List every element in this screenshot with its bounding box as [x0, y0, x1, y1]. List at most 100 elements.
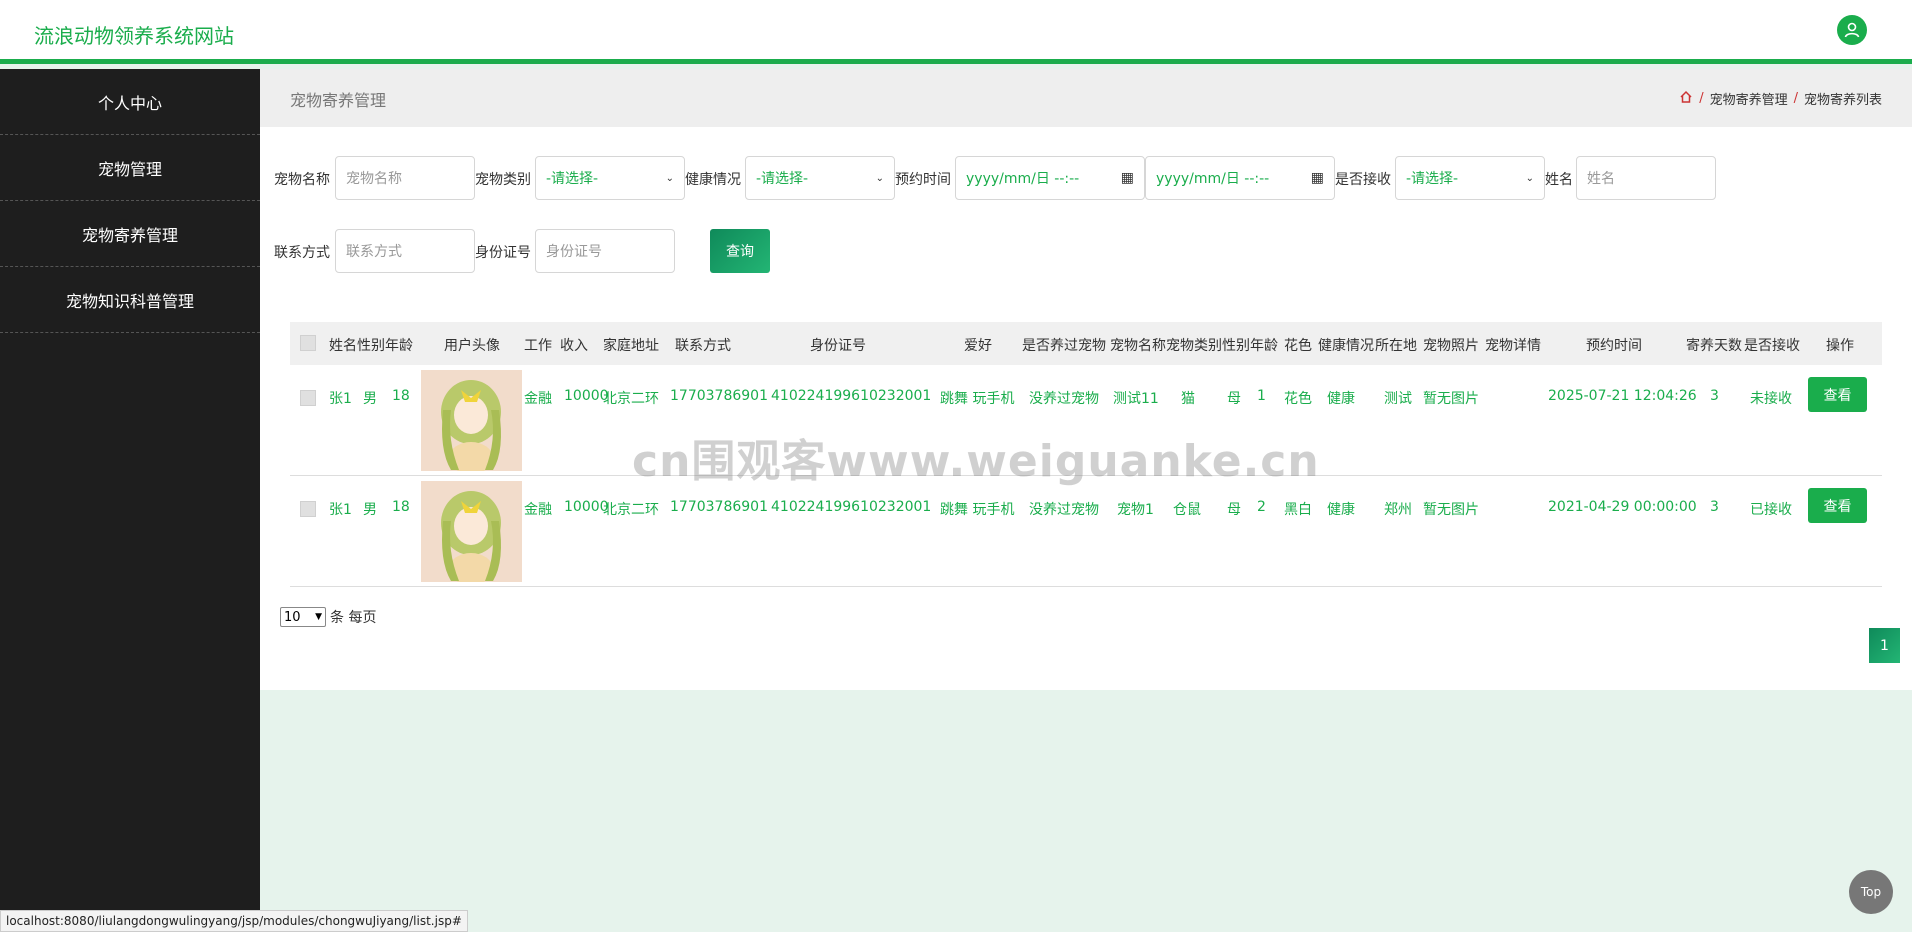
- sidebar-item-pet-foster-management[interactable]: 宠物寄养管理: [0, 201, 260, 267]
- header-name: 姓名: [329, 338, 357, 354]
- time-start-input[interactable]: yyyy/mm/日 --:-- ▦: [955, 156, 1145, 200]
- pet-name-input[interactable]: 宠物名称: [335, 156, 475, 200]
- site-title: 流浪动物领养系统网站: [34, 24, 234, 48]
- cell-pet-name: 宠物1: [1117, 502, 1154, 518]
- cell-health: 健康: [1327, 391, 1355, 407]
- cell-had-pet: 没养过宠物: [1029, 391, 1099, 407]
- cell-health: 健康: [1327, 502, 1355, 518]
- header-hobby: 爱好: [964, 338, 992, 354]
- cell-address: 北京二环: [603, 502, 659, 518]
- contact-label: 联系方式: [274, 245, 330, 261]
- chevron-down-icon: ⌄: [875, 172, 884, 184]
- chevron-down-icon: ▼: [315, 612, 322, 622]
- cell-location: 测试: [1384, 391, 1412, 407]
- header-accepted: 是否接收: [1744, 338, 1800, 354]
- header-pet-name: 宠物名称: [1110, 338, 1166, 354]
- header-days: 寄养天数: [1686, 338, 1742, 354]
- status-bar-url: localhost:8080/liulangdongwulingyang/jsp…: [0, 910, 468, 932]
- cell-idcard: 410224199610232001: [771, 499, 932, 515]
- sidebar-item-pet-knowledge-management[interactable]: 宠物知识科普管理: [0, 267, 260, 333]
- cell-pet-name: 测试11: [1113, 391, 1159, 407]
- page-title: 宠物寄养管理: [290, 91, 387, 110]
- user-avatar-image: [421, 481, 522, 582]
- time-label: 预约时间: [895, 172, 951, 188]
- select-all-checkbox[interactable]: [300, 335, 316, 351]
- health-select[interactable]: -请选择- ⌄: [745, 156, 895, 200]
- user-icon[interactable]: [1837, 15, 1867, 45]
- cell-pet-gender: 母: [1227, 391, 1241, 407]
- date-placeholder: yyyy/mm/日 --:--: [966, 171, 1080, 187]
- cell-idcard: 410224199610232001: [771, 388, 932, 404]
- cell-name: 张1: [329, 391, 352, 407]
- cell-job: 金融: [524, 502, 552, 518]
- header-time: 预约时间: [1586, 338, 1642, 354]
- cell-income: 10000: [564, 388, 609, 404]
- accepted-select[interactable]: -请选择- ⌄: [1395, 156, 1545, 200]
- cell-pet-age: 2: [1257, 499, 1266, 515]
- header-photo: 宠物照片: [1423, 338, 1479, 354]
- table-header: 姓名 性别 年龄 用户头像 工作 收入 家庭地址 联系方式 身份证号 爱好 是否…: [290, 322, 1882, 365]
- view-button[interactable]: 查看: [1808, 377, 1867, 412]
- main-content: 宠物寄养管理 / 宠物寄养管理 / 宠物寄养列表 宠物名称 宠物名称 宠物类别 …: [260, 69, 1912, 690]
- cell-time: 2021-04-29 00:00:00: [1548, 499, 1697, 515]
- page-size-select[interactable]: 10 ▼: [280, 607, 326, 627]
- view-button[interactable]: 查看: [1808, 488, 1867, 523]
- home-icon[interactable]: [1679, 90, 1693, 108]
- header-avatar: 用户头像: [444, 338, 500, 354]
- health-value: -请选择-: [756, 171, 809, 187]
- page-size-control: 10 ▼ 条 每页: [280, 607, 376, 627]
- cell-time: 2025-07-21 12:04:26: [1548, 388, 1697, 404]
- cell-income: 10000: [564, 499, 609, 515]
- page-number-button[interactable]: 1: [1869, 628, 1900, 663]
- date-placeholder: yyyy/mm/日 --:--: [1156, 171, 1270, 187]
- cell-age: 18: [392, 499, 410, 515]
- row-checkbox[interactable]: [300, 501, 316, 517]
- time-end-input[interactable]: yyyy/mm/日 --:-- ▦: [1145, 156, 1335, 200]
- health-label: 健康情况: [685, 172, 741, 188]
- pet-type-value: -请选择-: [546, 171, 599, 187]
- search-button[interactable]: 查询: [710, 229, 770, 273]
- breadcrumb-item: 宠物寄养列表: [1803, 93, 1882, 108]
- cell-pet-age: 1: [1257, 388, 1266, 404]
- sidebar-item-personal-center[interactable]: 个人中心: [0, 69, 260, 135]
- idcard-label: 身份证号: [475, 245, 531, 261]
- cell-photo: 暂无图片: [1423, 391, 1479, 407]
- name-input[interactable]: 姓名: [1576, 156, 1716, 200]
- idcard-input[interactable]: 身份证号: [535, 229, 675, 273]
- cell-color: 花色: [1284, 391, 1312, 407]
- contact-input[interactable]: 联系方式: [335, 229, 475, 273]
- watermark: cn围观客www.weiguanke.cn: [632, 436, 1320, 487]
- header-idcard: 身份证号: [810, 338, 866, 354]
- header-pet-type: 宠物类别: [1166, 338, 1222, 354]
- user-avatar-image: [421, 370, 522, 471]
- cell-had-pet: 没养过宠物: [1029, 502, 1099, 518]
- table-row: 张1 男 18 金融 10000 北京二环 17703786901 410224…: [290, 476, 1882, 587]
- row-checkbox[interactable]: [300, 390, 316, 406]
- cell-gender: 男: [363, 502, 377, 518]
- cell-hobby: 跳舞 玩手机: [940, 391, 1015, 407]
- cell-pet-gender: 母: [1227, 502, 1241, 518]
- breadcrumb-bar: 宠物寄养管理 / 宠物寄养管理 / 宠物寄养列表: [260, 69, 1912, 127]
- header-pet-age: 年龄: [1250, 338, 1278, 354]
- chevron-down-icon: ⌄: [665, 172, 674, 184]
- header-location: 所在地: [1375, 338, 1417, 354]
- sidebar-item-pet-management[interactable]: 宠物管理: [0, 135, 260, 201]
- cell-gender: 男: [363, 391, 377, 407]
- header-age: 年龄: [385, 338, 413, 354]
- cell-photo: 暂无图片: [1423, 502, 1479, 518]
- accepted-value: -请选择-: [1406, 171, 1459, 187]
- calendar-icon[interactable]: ▦: [1121, 170, 1134, 186]
- cell-days: 3: [1710, 388, 1719, 404]
- pet-type-label: 宠物类别: [475, 172, 531, 188]
- breadcrumb-separator: /: [1793, 91, 1798, 106]
- calendar-icon[interactable]: ▦: [1311, 170, 1324, 186]
- cell-days: 3: [1710, 499, 1719, 515]
- cell-phone: 17703786901: [670, 499, 768, 515]
- header-income: 收入: [560, 338, 588, 354]
- cell-phone: 17703786901: [670, 388, 768, 404]
- pet-type-select[interactable]: -请选择- ⌄: [535, 156, 685, 200]
- header-phone: 联系方式: [675, 338, 731, 354]
- cell-color: 黑白: [1284, 502, 1312, 518]
- back-to-top-button[interactable]: Top: [1849, 870, 1893, 914]
- breadcrumb-item[interactable]: 宠物寄养管理: [1710, 89, 1788, 108]
